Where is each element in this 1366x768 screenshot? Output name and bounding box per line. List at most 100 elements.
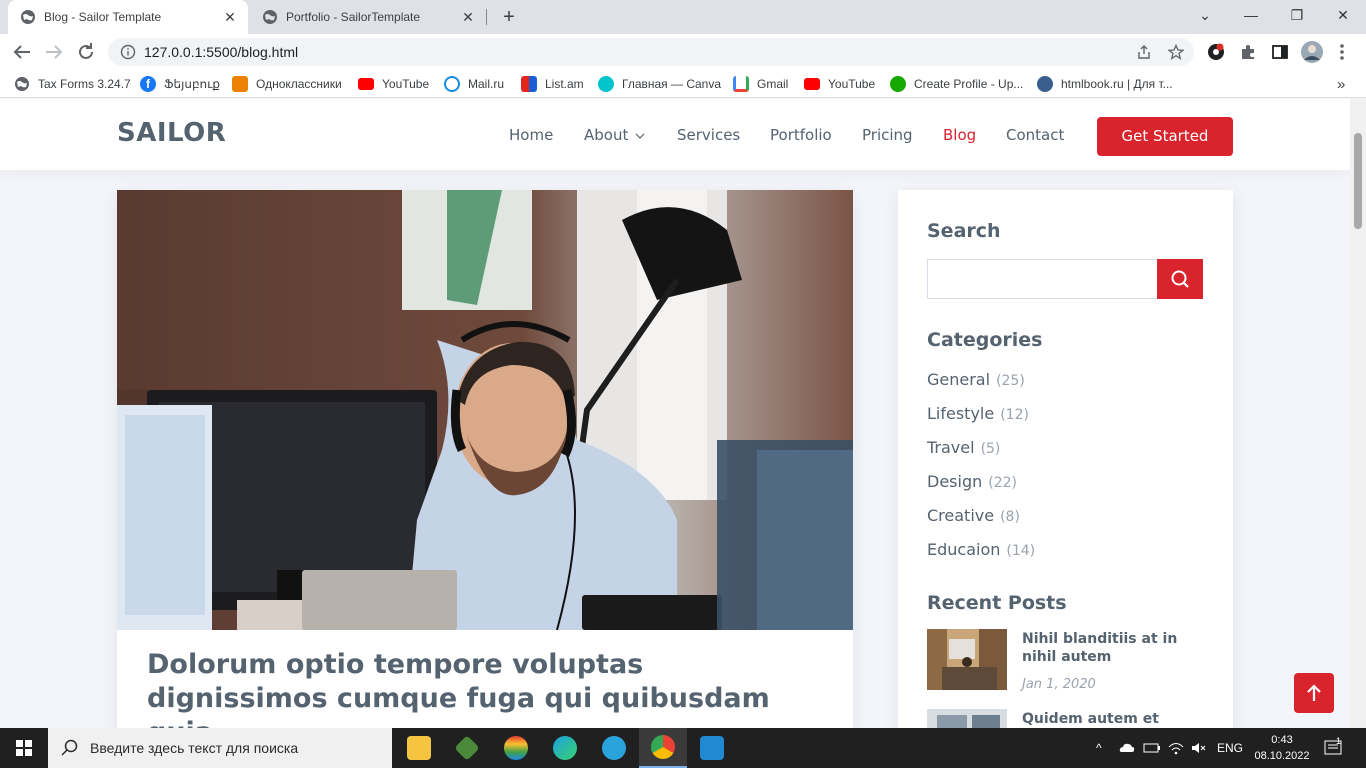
nav-home[interactable]: Home	[509, 126, 553, 144]
tray-chevron-icon[interactable]: ^	[1096, 728, 1102, 768]
office-thumbnail	[927, 629, 1007, 690]
minimize-button[interactable]: —	[1228, 0, 1274, 30]
extensions-puzzle-icon[interactable]	[1238, 42, 1258, 62]
get-started-button[interactable]: Get Started	[1097, 117, 1233, 156]
nav-about-label: About	[584, 126, 629, 144]
onedrive-cloud-icon[interactable]	[1118, 740, 1136, 756]
wifi-icon[interactable]	[1167, 740, 1185, 756]
nav-contact[interactable]: Contact	[1006, 126, 1064, 144]
category-link[interactable]: Lifestyle (12)	[927, 404, 1029, 423]
git-icon[interactable]	[443, 728, 491, 768]
category-link[interactable]: General (25)	[927, 370, 1025, 389]
taskbar-search-placeholder: Введите здесь текст для поиска	[90, 740, 299, 756]
side-panel-icon[interactable]	[1270, 42, 1290, 62]
tab-search-dropdown-icon[interactable]: ⌄	[1182, 0, 1228, 30]
edge-icon[interactable]	[541, 728, 589, 768]
extension-red-icon[interactable]	[1206, 42, 1226, 62]
categories-title: Categories	[927, 329, 1043, 351]
ok-icon	[232, 76, 248, 92]
file-explorer-icon[interactable]	[395, 728, 443, 768]
recent-post-thumbnail[interactable]	[927, 629, 1007, 690]
bookmarks-bar: Tax Forms 3.24.7 f Ֆեյսբուք Одноклассники…	[0, 70, 1366, 98]
bookmark-item[interactable]: YouTube	[358, 76, 429, 92]
browser-tab-bar: Blog - Sailor Template ✕ Portfolio - Sai…	[0, 0, 1366, 34]
search-submit-button[interactable]	[1157, 259, 1203, 299]
close-tab-icon[interactable]: ✕	[222, 9, 238, 25]
chrome-icon[interactable]	[639, 728, 687, 768]
category-link[interactable]: Travel (5)	[927, 438, 1000, 457]
more-bookmarks-button[interactable]: »	[1337, 76, 1345, 93]
scrollbar-thumb[interactable]	[1354, 133, 1362, 229]
nav-pricing[interactable]: Pricing	[862, 126, 913, 144]
nav-portfolio[interactable]: Portfolio	[770, 126, 832, 144]
bookmark-star-icon[interactable]	[1168, 44, 1184, 60]
nav-about[interactable]: About	[584, 126, 645, 144]
profile-avatar[interactable]	[1301, 41, 1323, 63]
search-title: Search	[927, 220, 1001, 242]
site-info-icon[interactable]	[120, 44, 136, 60]
recent-post-title[interactable]: Nihil blanditiis at in nihil autem	[1022, 630, 1202, 666]
bookmark-item[interactable]: htmlbook.ru | Для т...	[1037, 76, 1173, 92]
bookmark-item[interactable]: f Ֆեյսբուք	[140, 76, 220, 92]
nav-blog[interactable]: Blog	[943, 126, 976, 144]
bookmark-item[interactable]: List.am	[521, 76, 584, 92]
post-title[interactable]: Dolorum optio tempore voluptas dignissim…	[147, 648, 807, 728]
recent-post-thumbnail[interactable]	[927, 709, 1007, 728]
bookmark-item[interactable]: Одноклассники	[232, 76, 342, 92]
category-name: General	[927, 370, 991, 389]
vscode-icon[interactable]	[688, 728, 736, 768]
category-name: Creative	[927, 506, 995, 525]
nav-services[interactable]: Services	[677, 126, 740, 144]
back-to-top-button[interactable]	[1294, 673, 1334, 713]
bookmark-item[interactable]: Mail.ru	[444, 76, 504, 92]
battery-icon[interactable]	[1143, 740, 1161, 756]
category-name: Lifestyle	[927, 404, 995, 423]
bookmark-item[interactable]: Gmail	[733, 76, 788, 92]
category-name: Design	[927, 472, 983, 491]
close-tab-icon[interactable]: ✕	[460, 9, 476, 25]
bookmark-label: Tax Forms 3.24.7	[38, 77, 131, 91]
new-tab-button[interactable]: +	[498, 6, 520, 28]
reload-icon[interactable]	[74, 40, 98, 64]
tab-portfolio[interactable]: Portfolio - SailorTemplate ✕	[250, 0, 486, 34]
site-logo[interactable]: SAILOR	[117, 118, 226, 148]
taskbar-clock[interactable]: 0:43 08.10.2022	[1254, 732, 1310, 764]
page-scrollbar[interactable]	[1350, 99, 1366, 728]
more-menu-icon[interactable]	[1332, 42, 1352, 62]
bookmark-item[interactable]: YouTube	[804, 76, 875, 92]
language-indicator[interactable]: ENG	[1217, 728, 1243, 768]
forward-arrow-icon[interactable]	[42, 40, 66, 64]
tab-title: Portfolio - SailorTemplate	[286, 10, 421, 24]
category-count: (14)	[1006, 543, 1036, 559]
category-link[interactable]: Design (22)	[927, 472, 1017, 491]
share-icon[interactable]	[1136, 44, 1152, 60]
notification-center-icon[interactable]: 1	[1324, 728, 1350, 768]
colorful-app-icon[interactable]	[492, 728, 540, 768]
back-arrow-icon[interactable]	[10, 40, 34, 64]
telegram-icon[interactable]	[590, 728, 638, 768]
volume-muted-icon[interactable]	[1190, 740, 1208, 756]
bookmark-item[interactable]: Tax Forms 3.24.7	[14, 76, 131, 92]
htmlbook-icon	[1037, 76, 1053, 92]
bookmark-label: List.am	[545, 77, 584, 91]
category-count: (25)	[996, 373, 1025, 389]
taskbar-search-box[interactable]: Введите здесь текст для поиска	[48, 728, 392, 768]
category-link[interactable]: Creative (8)	[927, 506, 1020, 525]
bookmark-item[interactable]: Create Profile - Up...	[890, 76, 1023, 92]
bookmark-label: Gmail	[757, 77, 789, 91]
bookmark-label: Create Profile - Up...	[914, 77, 1024, 91]
recent-post-title[interactable]: Quidem autem et	[1022, 710, 1202, 728]
sidebar-search-input[interactable]	[927, 259, 1158, 299]
windows-start-icon[interactable]	[0, 728, 48, 768]
close-window-button[interactable]: ✕	[1320, 0, 1366, 30]
post-hero-image[interactable]	[117, 190, 853, 630]
category-link[interactable]: Educaion (14)	[927, 540, 1035, 559]
chevron-down-icon	[635, 133, 645, 139]
tab-blog[interactable]: Blog - Sailor Template ✕	[8, 0, 248, 34]
address-bar[interactable]: 127.0.0.1:5500/blog.html	[108, 38, 1194, 66]
notification-count: 1	[1336, 736, 1342, 746]
maximize-button[interactable]: ❐	[1274, 0, 1320, 30]
canva-icon	[598, 76, 614, 92]
bookmark-label: YouTube	[382, 77, 430, 91]
bookmark-item[interactable]: Главная — Canva	[598, 76, 721, 92]
